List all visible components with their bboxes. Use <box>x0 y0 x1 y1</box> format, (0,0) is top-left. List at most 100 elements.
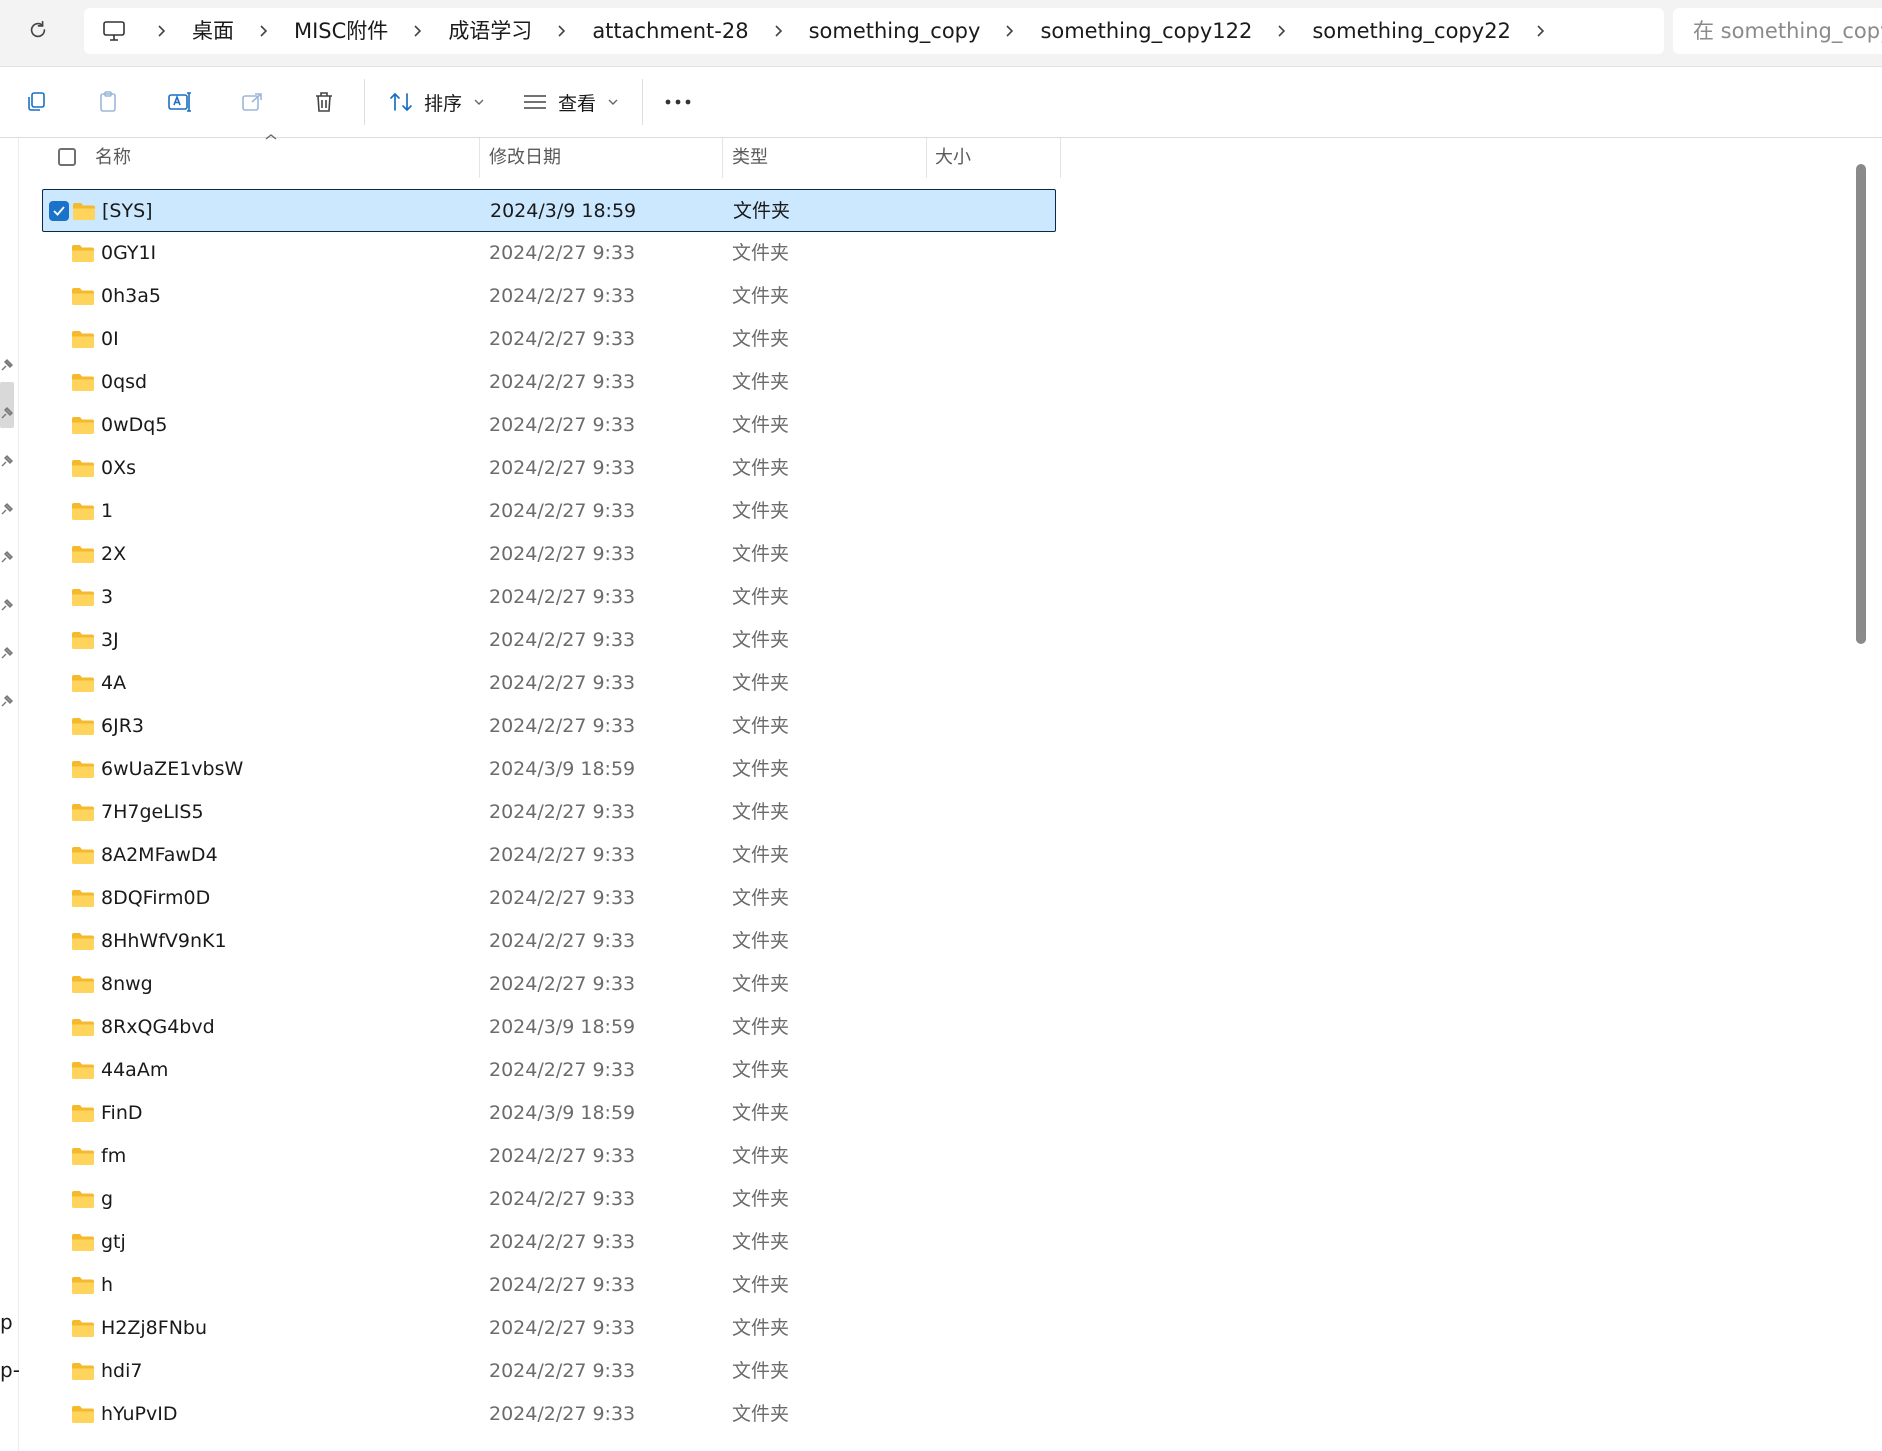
breadcrumb-item[interactable]: 桌面 <box>180 8 246 54</box>
table-row[interactable]: 4A 2024/2/27 9:33 文件夹 <box>42 662 1056 705</box>
table-row[interactable]: 0I 2024/2/27 9:33 文件夹 <box>42 318 1056 361</box>
table-row[interactable]: 0GY1I 2024/2/27 9:33 文件夹 <box>42 232 1056 275</box>
pin-icon <box>1 695 13 707</box>
breadcrumb-separator[interactable] <box>1523 24 1559 38</box>
file-name: hYuPvID <box>101 1403 178 1425</box>
vertical-scrollbar[interactable] <box>1854 150 1868 1451</box>
table-row[interactable]: 8nwg 2024/2/27 9:33 文件夹 <box>42 963 1056 1006</box>
column-divider[interactable] <box>926 138 927 178</box>
table-row[interactable]: 7H7geLIS5 2024/2/27 9:33 文件夹 <box>42 791 1056 834</box>
breadcrumb-item[interactable]: MISC附件 <box>282 8 400 54</box>
file-date: 2024/2/27 9:33 <box>489 414 636 436</box>
table-row[interactable]: fm 2024/2/27 9:33 文件夹 <box>42 1135 1056 1178</box>
table-row[interactable]: 8RxQG4bvd 2024/3/9 18:59 文件夹 <box>42 1006 1056 1049</box>
table-row[interactable]: 6JR3 2024/2/27 9:33 文件夹 <box>42 705 1056 748</box>
file-name: 44aAm <box>101 1059 169 1081</box>
rename-button[interactable] <box>158 82 202 122</box>
table-row[interactable]: hYuPvID 2024/2/27 9:33 文件夹 <box>42 1393 1056 1436</box>
column-header-type[interactable]: 类型 <box>732 138 922 178</box>
file-name: 8A2MFawD4 <box>101 844 218 866</box>
address-bar: 桌面 MISC附件 成语学习 attachment-28 something_copy s… <box>0 0 1882 67</box>
table-row-selected[interactable]: [SYS] 2024/3/9 18:59 文件夹 <box>42 189 1056 232</box>
table-row[interactable]: FinD 2024/3/9 18:59 文件夹 <box>42 1092 1056 1135</box>
navigation-pane[interactable]: p p- <box>0 138 20 1451</box>
breadcrumb[interactable]: 桌面 MISC附件 成语学习 attachment-28 something_copy s… <box>84 8 1664 54</box>
share-button[interactable] <box>230 82 274 122</box>
table-row[interactable]: 3 2024/2/27 9:33 文件夹 <box>42 576 1056 619</box>
column-header-date[interactable]: 修改日期 <box>489 138 719 178</box>
table-row[interactable]: 44aAm 2024/2/27 9:33 文件夹 <box>42 1049 1056 1092</box>
this-pc-button[interactable] <box>84 8 144 54</box>
breadcrumb-separator[interactable] <box>246 24 282 38</box>
breadcrumb-separator[interactable] <box>992 24 1028 38</box>
breadcrumb-separator[interactable] <box>400 24 436 38</box>
table-row[interactable]: h 2024/2/27 9:33 文件夹 <box>42 1264 1056 1307</box>
table-row[interactable]: 1 2024/2/27 9:33 文件夹 <box>42 490 1056 533</box>
file-date: 2024/3/9 18:59 <box>489 1016 636 1038</box>
select-all-checkbox[interactable] <box>58 148 76 166</box>
column-header-name[interactable]: 名称 <box>95 138 475 178</box>
folder-icon <box>72 546 94 563</box>
file-type: 文件夹 <box>732 1360 790 1382</box>
breadcrumb-separator[interactable] <box>544 24 580 38</box>
column-divider[interactable] <box>1060 138 1061 178</box>
table-row[interactable]: hdi7 2024/2/27 9:33 文件夹 <box>42 1350 1056 1393</box>
table-row[interactable]: 0h3a5 2024/2/27 9:33 文件夹 <box>42 275 1056 318</box>
folder-icon <box>73 203 95 220</box>
navigation-scrollbar-thumb[interactable] <box>0 382 14 428</box>
breadcrumb-item[interactable]: 成语学习 <box>436 8 544 54</box>
folder-icon <box>72 1363 94 1380</box>
delete-button[interactable] <box>302 82 346 122</box>
breadcrumb-separator[interactable] <box>1264 24 1300 38</box>
row-checkbox[interactable] <box>49 201 69 221</box>
breadcrumb-item[interactable]: something_copy22 <box>1300 8 1523 54</box>
refresh-button[interactable] <box>20 12 56 48</box>
table-row[interactable]: 3J 2024/2/27 9:33 文件夹 <box>42 619 1056 662</box>
folder-icon <box>72 1019 94 1036</box>
more-options-button[interactable] <box>656 82 700 122</box>
rename-icon <box>168 92 191 112</box>
breadcrumb-separator[interactable] <box>761 24 797 38</box>
breadcrumb-separator[interactable] <box>144 24 180 38</box>
file-type: 文件夹 <box>732 672 790 694</box>
file-name: 0wDq5 <box>101 414 168 436</box>
breadcrumb-item[interactable]: something_copy122 <box>1028 8 1264 54</box>
vertical-scrollbar-thumb[interactable] <box>1856 164 1866 644</box>
table-row[interactable]: 6wUaZE1vbsW 2024/3/9 18:59 文件夹 <box>42 748 1056 791</box>
file-name: 0h3a5 <box>101 285 161 307</box>
file-type: 文件夹 <box>733 200 791 222</box>
table-row[interactable]: gtj 2024/2/27 9:33 文件夹 <box>42 1221 1056 1264</box>
file-type: 文件夹 <box>732 500 790 522</box>
table-row[interactable]: H2Zj8FNbu 2024/2/27 9:33 文件夹 <box>42 1307 1056 1350</box>
breadcrumb-item[interactable]: something_copy <box>797 8 993 54</box>
nav-item-fragment[interactable]: p- <box>0 1358 20 1382</box>
table-row[interactable]: g 2024/2/27 9:33 文件夹 <box>42 1178 1056 1221</box>
view-menu-button[interactable]: 查看 <box>522 81 618 123</box>
column-divider[interactable] <box>479 138 480 178</box>
table-row[interactable]: 2X 2024/2/27 9:33 文件夹 <box>42 533 1056 576</box>
table-row[interactable]: 8HhWfV9nK1 2024/2/27 9:33 文件夹 <box>42 920 1056 963</box>
folder-icon <box>72 245 94 262</box>
column-divider[interactable] <box>722 138 723 178</box>
file-type: 文件夹 <box>732 1145 790 1167</box>
table-row[interactable]: 0wDq5 2024/2/27 9:33 文件夹 <box>42 404 1056 447</box>
file-date: 2024/2/27 9:33 <box>489 586 636 608</box>
nav-item-fragment[interactable]: p <box>0 1310 13 1334</box>
table-row[interactable]: 0qsd 2024/2/27 9:33 文件夹 <box>42 361 1056 404</box>
chevron-right-icon <box>1006 25 1014 37</box>
sort-menu-button[interactable]: 排序 <box>388 81 484 123</box>
paste-button[interactable] <box>86 82 130 122</box>
trash-icon <box>316 92 332 112</box>
breadcrumb-item[interactable]: attachment-28 <box>580 8 760 54</box>
file-name: 8RxQG4bvd <box>101 1016 215 1038</box>
file-date: 2024/2/27 9:33 <box>489 715 636 737</box>
file-type: 文件夹 <box>732 1274 790 1296</box>
table-row[interactable]: 8A2MFawD4 2024/2/27 9:33 文件夹 <box>42 834 1056 877</box>
file-date: 2024/3/9 18:59 <box>490 200 637 222</box>
copy-button[interactable] <box>14 82 58 122</box>
search-input[interactable]: 在 something_copy22 中搜索 <box>1673 8 1882 54</box>
column-header-size[interactable]: 大小 <box>935 138 1045 178</box>
file-type: 文件夹 <box>732 1016 790 1038</box>
table-row[interactable]: 0Xs 2024/2/27 9:33 文件夹 <box>42 447 1056 490</box>
table-row[interactable]: 8DQFirm0D 2024/2/27 9:33 文件夹 <box>42 877 1056 920</box>
